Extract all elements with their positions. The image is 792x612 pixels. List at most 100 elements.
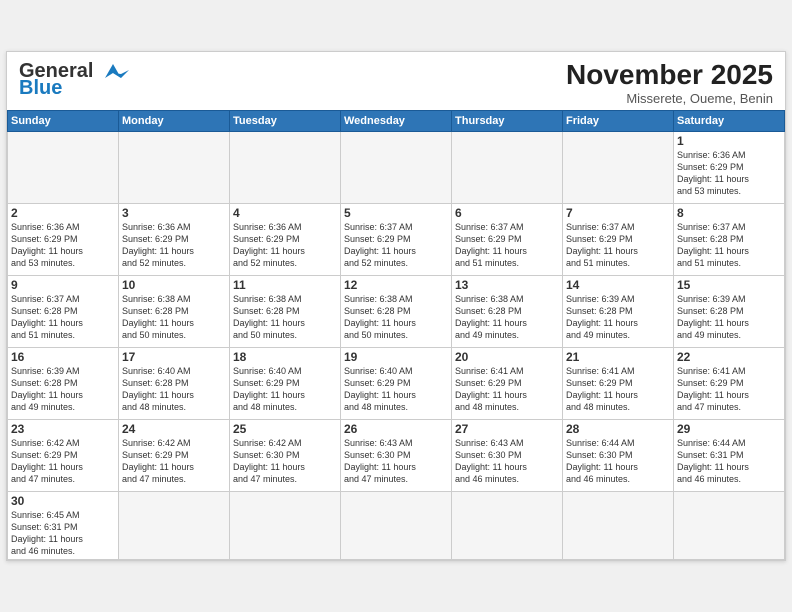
day-number: 4 bbox=[233, 206, 337, 220]
day-cell: 21Sunrise: 6:41 AM Sunset: 6:29 PM Dayli… bbox=[563, 347, 674, 419]
day-number: 30 bbox=[11, 494, 115, 508]
day-info: Sunrise: 6:41 AM Sunset: 6:29 PM Dayligh… bbox=[566, 365, 670, 414]
day-number: 22 bbox=[677, 350, 781, 364]
day-cell: 15Sunrise: 6:39 AM Sunset: 6:28 PM Dayli… bbox=[674, 275, 785, 347]
day-cell: 12Sunrise: 6:38 AM Sunset: 6:28 PM Dayli… bbox=[341, 275, 452, 347]
day-cell: 16Sunrise: 6:39 AM Sunset: 6:28 PM Dayli… bbox=[8, 347, 119, 419]
day-cell bbox=[341, 491, 452, 560]
weekday-header-friday: Friday bbox=[563, 110, 674, 131]
day-info: Sunrise: 6:42 AM Sunset: 6:29 PM Dayligh… bbox=[11, 437, 115, 486]
day-info: Sunrise: 6:40 AM Sunset: 6:29 PM Dayligh… bbox=[344, 365, 448, 414]
day-cell: 24Sunrise: 6:42 AM Sunset: 6:29 PM Dayli… bbox=[119, 419, 230, 491]
day-cell: 6Sunrise: 6:37 AM Sunset: 6:29 PM Daylig… bbox=[452, 203, 563, 275]
day-info: Sunrise: 6:37 AM Sunset: 6:28 PM Dayligh… bbox=[11, 293, 115, 342]
day-number: 2 bbox=[11, 206, 115, 220]
day-info: Sunrise: 6:44 AM Sunset: 6:30 PM Dayligh… bbox=[566, 437, 670, 486]
day-number: 20 bbox=[455, 350, 559, 364]
day-cell: 22Sunrise: 6:41 AM Sunset: 6:29 PM Dayli… bbox=[674, 347, 785, 419]
day-cell: 3Sunrise: 6:36 AM Sunset: 6:29 PM Daylig… bbox=[119, 203, 230, 275]
week-row-0: 1Sunrise: 6:36 AM Sunset: 6:29 PM Daylig… bbox=[8, 131, 785, 203]
calendar-grid: SundayMondayTuesdayWednesdayThursdayFrid… bbox=[7, 110, 785, 561]
logo-area: General Blue bbox=[19, 60, 129, 100]
day-cell: 23Sunrise: 6:42 AM Sunset: 6:29 PM Dayli… bbox=[8, 419, 119, 491]
week-row-4: 23Sunrise: 6:42 AM Sunset: 6:29 PM Dayli… bbox=[8, 419, 785, 491]
weekday-header-wednesday: Wednesday bbox=[341, 110, 452, 131]
day-cell bbox=[563, 491, 674, 560]
day-info: Sunrise: 6:41 AM Sunset: 6:29 PM Dayligh… bbox=[677, 365, 781, 414]
day-cell: 10Sunrise: 6:38 AM Sunset: 6:28 PM Dayli… bbox=[119, 275, 230, 347]
day-cell bbox=[8, 131, 119, 203]
day-cell: 13Sunrise: 6:38 AM Sunset: 6:28 PM Dayli… bbox=[452, 275, 563, 347]
logo-blue-text: Blue bbox=[19, 77, 62, 100]
day-number: 14 bbox=[566, 278, 670, 292]
day-cell: 18Sunrise: 6:40 AM Sunset: 6:29 PM Dayli… bbox=[230, 347, 341, 419]
day-cell bbox=[119, 131, 230, 203]
day-number: 17 bbox=[122, 350, 226, 364]
day-cell: 14Sunrise: 6:39 AM Sunset: 6:28 PM Dayli… bbox=[563, 275, 674, 347]
day-info: Sunrise: 6:38 AM Sunset: 6:28 PM Dayligh… bbox=[122, 293, 226, 342]
day-cell bbox=[119, 491, 230, 560]
day-info: Sunrise: 6:36 AM Sunset: 6:29 PM Dayligh… bbox=[677, 149, 781, 198]
day-info: Sunrise: 6:43 AM Sunset: 6:30 PM Dayligh… bbox=[344, 437, 448, 486]
logo-bird-icon bbox=[97, 60, 129, 82]
day-info: Sunrise: 6:45 AM Sunset: 6:31 PM Dayligh… bbox=[11, 509, 115, 558]
day-info: Sunrise: 6:44 AM Sunset: 6:31 PM Dayligh… bbox=[677, 437, 781, 486]
day-cell: 26Sunrise: 6:43 AM Sunset: 6:30 PM Dayli… bbox=[341, 419, 452, 491]
week-row-1: 2Sunrise: 6:36 AM Sunset: 6:29 PM Daylig… bbox=[8, 203, 785, 275]
day-cell: 8Sunrise: 6:37 AM Sunset: 6:28 PM Daylig… bbox=[674, 203, 785, 275]
day-number: 28 bbox=[566, 422, 670, 436]
day-cell bbox=[230, 491, 341, 560]
day-number: 26 bbox=[344, 422, 448, 436]
day-info: Sunrise: 6:42 AM Sunset: 6:30 PM Dayligh… bbox=[233, 437, 337, 486]
day-number: 9 bbox=[11, 278, 115, 292]
day-info: Sunrise: 6:39 AM Sunset: 6:28 PM Dayligh… bbox=[566, 293, 670, 342]
day-info: Sunrise: 6:36 AM Sunset: 6:29 PM Dayligh… bbox=[11, 221, 115, 270]
week-row-3: 16Sunrise: 6:39 AM Sunset: 6:28 PM Dayli… bbox=[8, 347, 785, 419]
day-info: Sunrise: 6:37 AM Sunset: 6:29 PM Dayligh… bbox=[455, 221, 559, 270]
day-cell: 17Sunrise: 6:40 AM Sunset: 6:28 PM Dayli… bbox=[119, 347, 230, 419]
day-number: 11 bbox=[233, 278, 337, 292]
day-info: Sunrise: 6:40 AM Sunset: 6:29 PM Dayligh… bbox=[233, 365, 337, 414]
day-number: 12 bbox=[344, 278, 448, 292]
day-number: 16 bbox=[11, 350, 115, 364]
weekday-header-thursday: Thursday bbox=[452, 110, 563, 131]
weekday-header-sunday: Sunday bbox=[8, 110, 119, 131]
day-cell: 11Sunrise: 6:38 AM Sunset: 6:28 PM Dayli… bbox=[230, 275, 341, 347]
day-cell bbox=[341, 131, 452, 203]
day-info: Sunrise: 6:38 AM Sunset: 6:28 PM Dayligh… bbox=[344, 293, 448, 342]
day-info: Sunrise: 6:37 AM Sunset: 6:29 PM Dayligh… bbox=[344, 221, 448, 270]
day-number: 27 bbox=[455, 422, 559, 436]
day-info: Sunrise: 6:39 AM Sunset: 6:28 PM Dayligh… bbox=[11, 365, 115, 414]
day-number: 1 bbox=[677, 134, 781, 148]
weekday-header-row: SundayMondayTuesdayWednesdayThursdayFrid… bbox=[8, 110, 785, 131]
day-cell: 2Sunrise: 6:36 AM Sunset: 6:29 PM Daylig… bbox=[8, 203, 119, 275]
day-number: 19 bbox=[344, 350, 448, 364]
day-info: Sunrise: 6:36 AM Sunset: 6:29 PM Dayligh… bbox=[233, 221, 337, 270]
day-number: 10 bbox=[122, 278, 226, 292]
week-row-5: 30Sunrise: 6:45 AM Sunset: 6:31 PM Dayli… bbox=[8, 491, 785, 560]
day-info: Sunrise: 6:40 AM Sunset: 6:28 PM Dayligh… bbox=[122, 365, 226, 414]
day-info: Sunrise: 6:37 AM Sunset: 6:28 PM Dayligh… bbox=[677, 221, 781, 270]
day-cell: 27Sunrise: 6:43 AM Sunset: 6:30 PM Dayli… bbox=[452, 419, 563, 491]
day-info: Sunrise: 6:39 AM Sunset: 6:28 PM Dayligh… bbox=[677, 293, 781, 342]
subtitle: Misserete, Oueme, Benin bbox=[566, 91, 773, 106]
day-cell bbox=[452, 131, 563, 203]
weekday-header-tuesday: Tuesday bbox=[230, 110, 341, 131]
day-cell: 19Sunrise: 6:40 AM Sunset: 6:29 PM Dayli… bbox=[341, 347, 452, 419]
day-number: 6 bbox=[455, 206, 559, 220]
week-row-2: 9Sunrise: 6:37 AM Sunset: 6:28 PM Daylig… bbox=[8, 275, 785, 347]
day-cell: 9Sunrise: 6:37 AM Sunset: 6:28 PM Daylig… bbox=[8, 275, 119, 347]
day-number: 3 bbox=[122, 206, 226, 220]
day-number: 25 bbox=[233, 422, 337, 436]
day-cell bbox=[674, 491, 785, 560]
day-cell: 29Sunrise: 6:44 AM Sunset: 6:31 PM Dayli… bbox=[674, 419, 785, 491]
month-title: November 2025 bbox=[566, 60, 773, 91]
title-area: November 2025 Misserete, Oueme, Benin bbox=[566, 60, 773, 106]
day-cell: 1Sunrise: 6:36 AM Sunset: 6:29 PM Daylig… bbox=[674, 131, 785, 203]
day-number: 7 bbox=[566, 206, 670, 220]
day-number: 15 bbox=[677, 278, 781, 292]
day-info: Sunrise: 6:41 AM Sunset: 6:29 PM Dayligh… bbox=[455, 365, 559, 414]
calendar-container: General Blue November 2025 Misserete, Ou… bbox=[6, 51, 786, 561]
day-cell: 30Sunrise: 6:45 AM Sunset: 6:31 PM Dayli… bbox=[8, 491, 119, 560]
day-number: 18 bbox=[233, 350, 337, 364]
